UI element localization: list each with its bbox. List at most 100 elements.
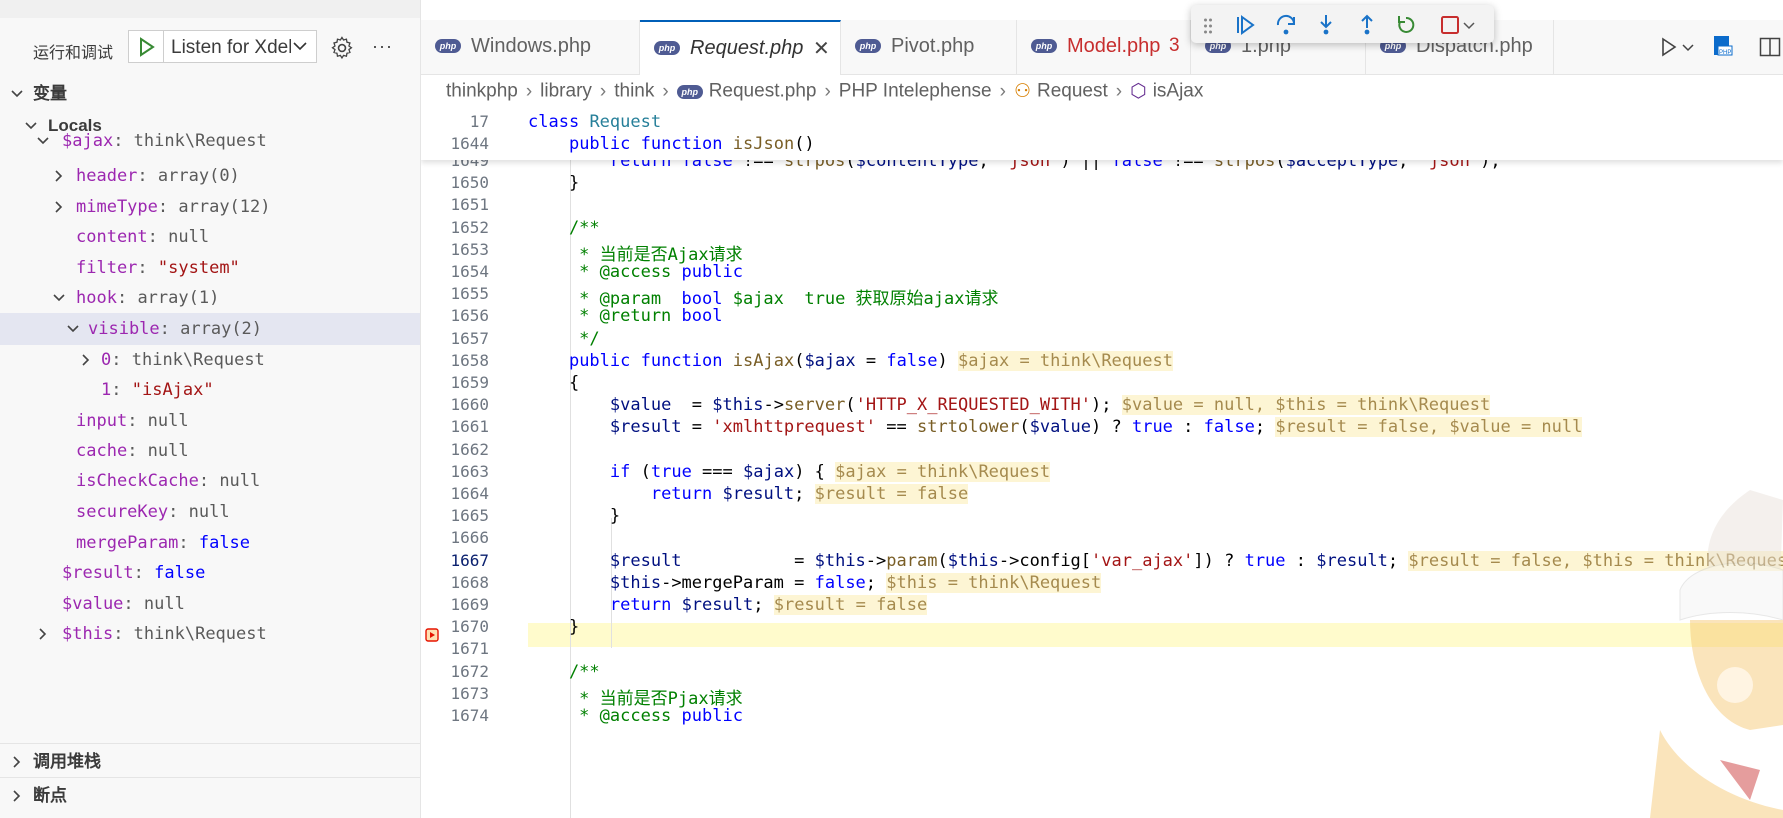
variable-row[interactable]: mimeType: array(12) [0,191,420,223]
code-line[interactable]: $value = $this->server('HTTP_X_REQUESTED… [528,395,1491,416]
code-line[interactable]: return $result; $result = false [528,484,969,504]
code-line[interactable]: if (true === $ajax) { $ajax = think\Requ… [528,461,1051,482]
sticky-code-line[interactable]: public function isJson() [528,134,815,154]
breadcrumb-item[interactable]: PHP Intelephense [839,81,992,102]
tab-model-php[interactable]: php Model.php 3 [1017,20,1191,74]
code-line[interactable]: */ [528,329,599,349]
line-number[interactable]: 1674 [421,706,489,725]
chevron-down-icon[interactable] [66,322,80,336]
code-editor[interactable]: 17 class Request 1644 public function isJs… [421,110,1783,818]
start-debugging-icon[interactable] [138,37,156,57]
line-number[interactable]: 1660 [421,395,489,414]
continue-icon[interactable] [1234,14,1256,36]
code-line[interactable]: $result = $this->param($this->config['va… [528,550,1783,571]
code-line[interactable]: } [528,617,579,637]
breadcrumb-item[interactable]: thinkphp [446,81,518,102]
code-line[interactable]: * @access public [528,262,743,282]
tab-request-php[interactable]: php Request.php ✕ [640,20,841,75]
code-line[interactable]: } [528,506,620,526]
gear-icon[interactable] [329,35,355,61]
line-number[interactable]: 1657 [421,329,489,348]
variable-row[interactable]: input: null [0,405,420,437]
section-breakpoints[interactable]: 断点 [0,780,420,812]
code-line[interactable]: * @access public [528,706,743,726]
tab-pivot-php[interactable]: php Pivot.php [841,20,1017,74]
step-over-icon[interactable] [1275,14,1297,36]
step-out-icon[interactable] [1356,14,1378,36]
variable-row[interactable]: isCheckCache: null [0,465,420,497]
variable-row[interactable]: $this: think\Request [0,618,420,650]
line-number[interactable]: 1656 [421,306,489,325]
line-number[interactable]: 1650 [421,173,489,192]
sticky-code-line[interactable]: class Request [528,112,661,132]
variable-row[interactable]: cache: null [0,435,420,467]
variable-row[interactable]: hook: array(1) [0,282,420,314]
run-file-icon[interactable] [1660,37,1678,57]
code-line[interactable]: } [528,173,579,193]
variable-row[interactable]: $value: null [0,588,420,620]
debug-config-select[interactable]: Listen for Xdebug [128,30,317,63]
code-line[interactable]: $this->mergeParam = false; $this = think… [528,572,1102,593]
breadcrumb-item[interactable]: Request [1037,81,1108,102]
line-number[interactable]: 1659 [421,373,489,392]
line-number[interactable]: 1669 [421,595,489,614]
tab-windows-php[interactable]: php Windows.php [421,20,640,74]
code-line[interactable]: public function isAjax($ajax = false) $a… [528,350,1173,371]
variable-row[interactable]: mergeParam: false [0,527,420,559]
step-into-icon[interactable] [1315,14,1337,36]
code-line[interactable]: $result = 'xmlhttprequest' == strtolower… [528,417,1583,438]
line-number[interactable]: 1664 [421,484,489,503]
line-number[interactable]: 1668 [421,573,489,592]
chevron-down-icon[interactable] [1463,21,1475,30]
restart-icon[interactable] [1395,14,1417,36]
line-number[interactable]: 1667 [421,551,489,570]
drag-handle-icon[interactable] [1203,17,1213,35]
line-number[interactable]: 1673 [421,684,489,703]
line-number[interactable]: 1661 [421,417,489,436]
breadcrumb-item[interactable]: think [614,81,654,102]
variable-row[interactable]: 0: think\Request [0,344,420,376]
code-line[interactable]: return $result; $result = false [528,595,928,615]
variable-row[interactable]: header: array(0) [0,160,420,192]
line-number[interactable]: 1651 [421,195,489,214]
line-number[interactable]: 1670 [421,617,489,636]
chevron-right-icon[interactable] [52,169,66,183]
line-number[interactable]: 1658 [421,351,489,370]
close-icon[interactable]: ✕ [813,36,830,61]
variable-row[interactable]: 1: "isAjax" [0,374,420,406]
chevron-right-icon[interactable] [79,353,93,367]
code-line[interactable]: * @return bool [528,306,722,326]
split-editor-icon[interactable] [1759,37,1781,57]
more-actions-icon[interactable]: ··· [372,36,393,57]
line-number[interactable]: 1671 [421,639,489,658]
line-number[interactable]: 1672 [421,662,489,681]
code-line[interactable]: /** [528,218,600,238]
line-number[interactable]: 1653 [421,240,489,259]
variable-row[interactable]: $ajax: think\Request [0,125,420,157]
code-line[interactable]: { [528,373,579,393]
line-number[interactable]: 1654 [421,262,489,281]
breadcrumb-item[interactable]: library [540,81,592,102]
variable-row[interactable]: visible: array(2) [0,313,420,345]
variable-row[interactable]: content: null [0,221,420,253]
section-variables[interactable]: 变量 [0,78,420,110]
code-line[interactable]: /** [528,662,600,682]
chevron-down-icon[interactable] [1682,43,1694,52]
line-number[interactable]: 1655 [421,284,489,303]
line-number[interactable]: 1652 [421,218,489,237]
line-number[interactable]: 1663 [421,462,489,481]
chevron-down-icon[interactable] [52,291,66,305]
section-call-stack[interactable]: 调用堆栈 [0,746,420,778]
chevron-down-icon[interactable] [36,134,50,148]
variable-row[interactable]: filter: "system" [0,252,420,284]
line-number[interactable]: 1662 [421,440,489,459]
line-number[interactable]: 1666 [421,528,489,547]
chevron-right-icon[interactable] [52,200,66,214]
breadcrumb-item[interactable]: Request.php [709,81,817,102]
variable-row[interactable]: $result: false [0,557,420,589]
variable-row[interactable]: secureKey: null [0,496,420,528]
stop-icon[interactable] [1439,14,1461,36]
line-number[interactable]: 1665 [421,506,489,525]
chevron-right-icon[interactable] [36,627,50,641]
breadcrumb-item[interactable]: isAjax [1153,81,1204,102]
